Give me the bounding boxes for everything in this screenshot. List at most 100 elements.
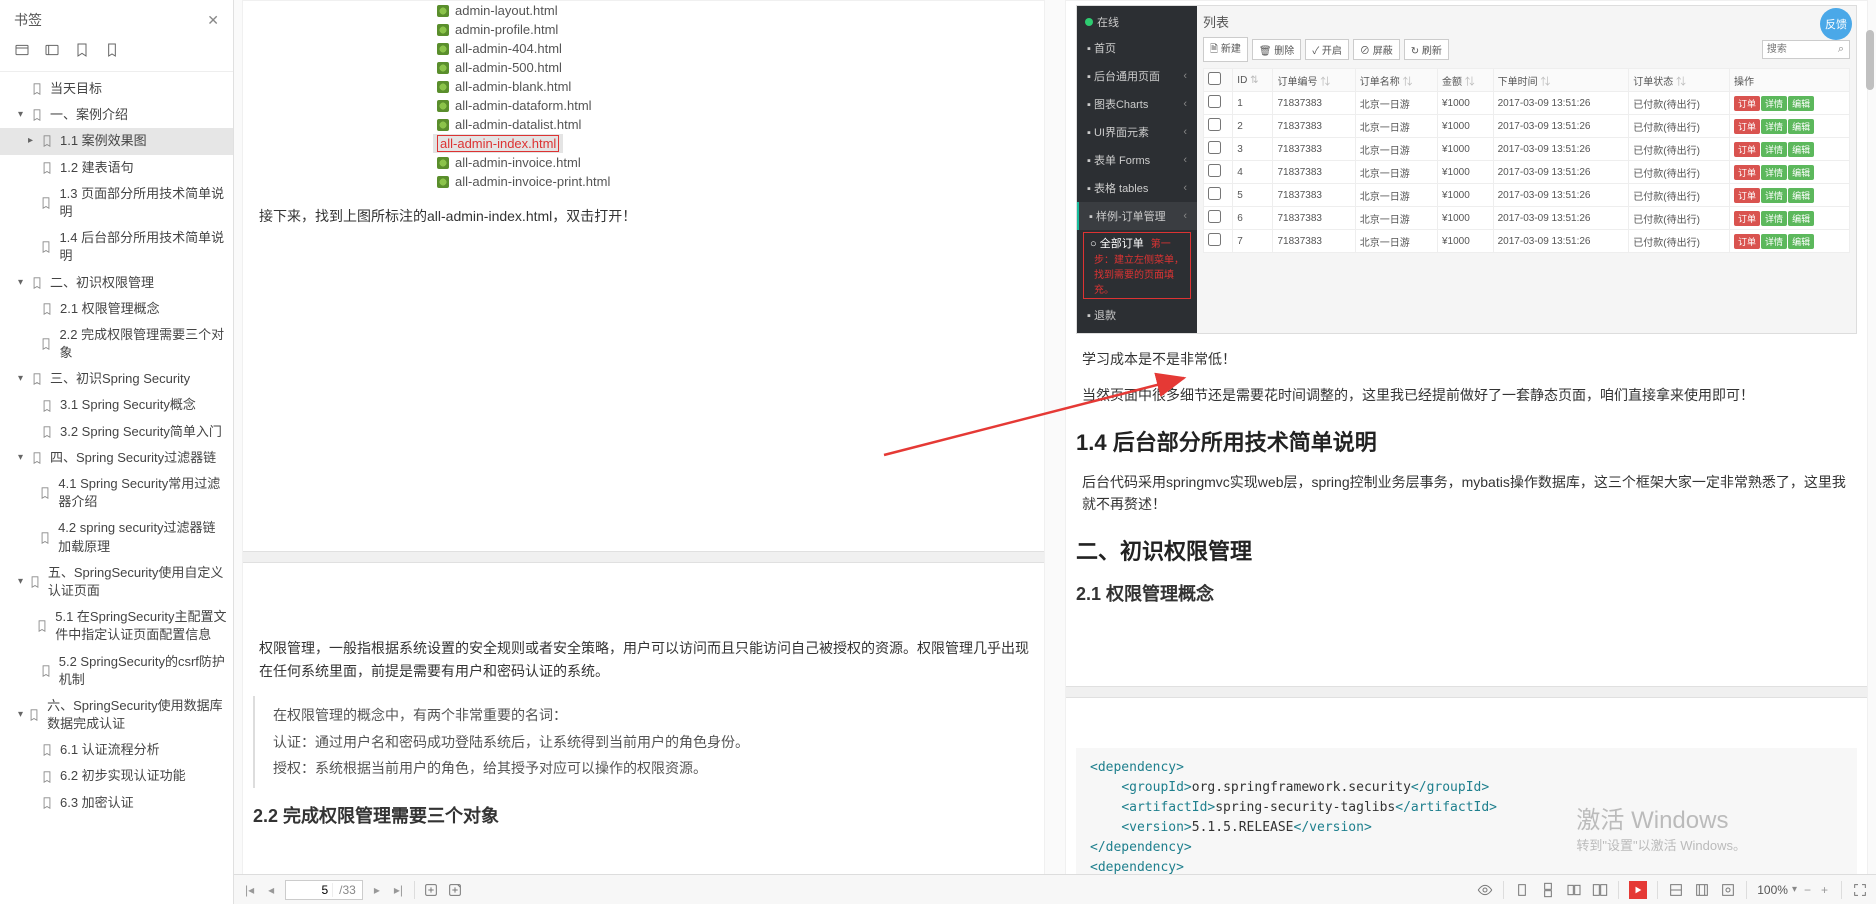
row-action-button[interactable]: 订单	[1734, 211, 1760, 226]
admin-nav-item[interactable]: ▪ 首页	[1077, 34, 1197, 62]
row-action-button[interactable]: 详情	[1761, 119, 1787, 134]
bookmark-item[interactable]: 6.3 加密认证	[0, 790, 233, 816]
bookmark-item[interactable]: ▾二、初识权限管理	[0, 270, 233, 296]
bookmarks-tree[interactable]: 当天目标▾一、案例介绍▸1.1 案例效果图1.2 建表语句1.3 页面部分所用技…	[0, 72, 233, 904]
admin-toolbar-button[interactable]: ⊘ 屏蔽	[1353, 39, 1400, 60]
admin-nav-item[interactable]: ▪ 后台通用页面‹	[1077, 62, 1197, 90]
row-checkbox[interactable]	[1208, 141, 1221, 154]
row-action-button[interactable]: 详情	[1761, 188, 1787, 203]
bookmark-item[interactable]: 6.1 认证流程分析	[0, 737, 233, 763]
admin-nav-item[interactable]: ▪ 图表Charts‹	[1077, 90, 1197, 118]
row-checkbox[interactable]	[1208, 210, 1221, 223]
page-number-box[interactable]: /33	[285, 880, 363, 900]
bookmark-item[interactable]: 4.1 Spring Security常用过滤器介绍	[0, 471, 233, 515]
admin-nav-item[interactable]: ▪ 样例-订单管理‹	[1077, 202, 1197, 230]
admin-nav-item[interactable]: ▪ UI界面元素‹	[1077, 118, 1197, 146]
bookmark-item[interactable]: ▾三、初识Spring Security	[0, 366, 233, 392]
bookmark-item[interactable]: ▾一、案例介绍	[0, 102, 233, 128]
row-action-button[interactable]: 详情	[1761, 142, 1787, 157]
bookmark-item[interactable]: 2.1 权限管理概念	[0, 296, 233, 322]
page-number-input[interactable]	[286, 883, 332, 897]
fit-actual-icon[interactable]	[1720, 882, 1736, 898]
zoom-in-button[interactable]: +	[1818, 883, 1831, 897]
admin-nav-item[interactable]: ▪ 退款	[1077, 301, 1197, 329]
row-action-button[interactable]: 订单	[1734, 119, 1760, 134]
admin-nav-item[interactable]: ▪ 表单 Forms‹	[1077, 146, 1197, 174]
row-checkbox[interactable]	[1208, 233, 1221, 246]
fit-page-icon[interactable]	[1694, 882, 1710, 898]
bookmark-item[interactable]: ▸1.1 案例效果图	[0, 128, 233, 154]
first-page-button[interactable]: |◂	[242, 883, 257, 897]
next-page-button[interactable]: ▸	[371, 883, 383, 897]
fullscreen-icon[interactable]	[1852, 882, 1868, 898]
admin-toolbar-button[interactable]: 🗑 删除	[1252, 39, 1301, 60]
row-action-button[interactable]: 详情	[1761, 96, 1787, 111]
bookmark-item[interactable]: 1.4 后台部分所用技术简单说明	[0, 225, 233, 269]
admin-search-input[interactable]	[1763, 41, 1833, 58]
vertical-scrollbar[interactable]	[1866, 0, 1874, 874]
add-box-plus-icon[interactable]	[447, 882, 463, 898]
row-action-button[interactable]: 详情	[1761, 234, 1787, 249]
layout-single-icon[interactable]	[1514, 882, 1530, 898]
bookmark-item[interactable]: 1.2 建表语句	[0, 155, 233, 181]
admin-nav-item[interactable]: ○ 全部订单 第一步：建立左侧菜单，找到需要的页面填充。	[1083, 232, 1191, 299]
row-checkbox[interactable]	[1208, 187, 1221, 200]
row-action-button[interactable]: 编辑	[1788, 234, 1814, 249]
bookmark-item[interactable]: 3.2 Spring Security简单入门	[0, 419, 233, 445]
zoom-dropdown-icon[interactable]: ▾	[1792, 884, 1797, 895]
bookmark-icon[interactable]	[74, 42, 90, 61]
row-action-button[interactable]: 编辑	[1788, 211, 1814, 226]
admin-nav-item[interactable]: ▪ 表格 tables‹	[1077, 174, 1197, 202]
layout-continuous-icon[interactable]	[1540, 882, 1556, 898]
last-page-button[interactable]: ▸|	[391, 883, 406, 897]
play-button[interactable]	[1629, 881, 1647, 899]
bookmark-item[interactable]: 2.2 完成权限管理需要三个对象	[0, 322, 233, 366]
bookmark-item[interactable]: ▾四、Spring Security过滤器链	[0, 445, 233, 471]
row-action-button[interactable]: 编辑	[1788, 165, 1814, 180]
row-action-button[interactable]: 详情	[1761, 211, 1787, 226]
bookmark-item[interactable]: ▾五、SpringSecurity使用自定义认证页面	[0, 560, 233, 604]
eye-icon[interactable]	[1477, 882, 1493, 898]
row-checkbox[interactable]	[1208, 95, 1221, 108]
row-action-button[interactable]: 订单	[1734, 96, 1760, 111]
row-action-button[interactable]: 编辑	[1788, 96, 1814, 111]
bookmark-item[interactable]: 5.2 SpringSecurity的csrf防护机制	[0, 649, 233, 693]
admin-toolbar-button[interactable]: 🗎 新建	[1203, 37, 1248, 62]
bookmark-item[interactable]: 1.3 页面部分所用技术简单说明	[0, 181, 233, 225]
bookmark-expand-icon[interactable]	[14, 42, 30, 61]
row-action-button[interactable]: 编辑	[1788, 142, 1814, 157]
add-box-icon[interactable]	[423, 882, 439, 898]
bookmark-ribbon-icon[interactable]	[104, 42, 120, 61]
prev-page-button[interactable]: ◂	[265, 883, 277, 897]
row-action-button[interactable]: 订单	[1734, 188, 1760, 203]
feedback-button[interactable]: 反馈	[1820, 8, 1852, 40]
row-checkbox[interactable]	[1208, 118, 1221, 131]
layout-two-page-icon[interactable]	[1566, 882, 1582, 898]
row-action-button[interactable]: 详情	[1761, 165, 1787, 180]
bookmark-item[interactable]: 当天目标	[0, 76, 233, 102]
text: 在权限管理的概念中，有两个非常重要的名词：	[273, 702, 1034, 729]
row-action-button[interactable]: 订单	[1734, 234, 1760, 249]
row-action-button[interactable]: 订单	[1734, 165, 1760, 180]
select-all-checkbox[interactable]	[1208, 72, 1221, 85]
bookmark-item[interactable]: ▾六、SpringSecurity使用数据库数据完成认证	[0, 693, 233, 737]
layout-book-icon[interactable]	[1592, 882, 1608, 898]
row-action-button[interactable]: 订单	[1734, 142, 1760, 157]
row-checkbox[interactable]	[1208, 164, 1221, 177]
row-action-button[interactable]: 编辑	[1788, 188, 1814, 203]
row-action-button[interactable]: 编辑	[1788, 119, 1814, 134]
bookmark-item[interactable]: 6.2 初步实现认证功能	[0, 763, 233, 789]
zoom-out-button[interactable]: −	[1801, 883, 1814, 897]
bookmark-collapse-icon[interactable]	[44, 42, 60, 61]
close-icon[interactable]: ✕	[207, 12, 219, 29]
search-icon[interactable]: ⌕	[1833, 41, 1849, 58]
bookmarks-sidebar: 书签 ✕ 当天目标▾一、案例介绍▸1.1 案例效果图1.2 建表语句1.3 页面…	[0, 0, 234, 904]
bookmark-item[interactable]: 3.1 Spring Security概念	[0, 392, 233, 418]
admin-toolbar-button[interactable]: ✓ 开启	[1305, 39, 1349, 60]
page-viewport[interactable]: admin-layout.htmladmin-profile.htmlall-a…	[234, 0, 1876, 874]
bookmark-item[interactable]: 4.2 spring security过滤器链加载原理	[0, 515, 233, 559]
fit-width-icon[interactable]	[1668, 882, 1684, 898]
admin-toolbar-button[interactable]: ↻ 刷新	[1404, 39, 1449, 60]
bookmark-item[interactable]: 5.1 在SpringSecurity主配置文件中指定认证页面配置信息	[0, 604, 233, 648]
admin-search[interactable]: ⌕	[1762, 40, 1850, 59]
